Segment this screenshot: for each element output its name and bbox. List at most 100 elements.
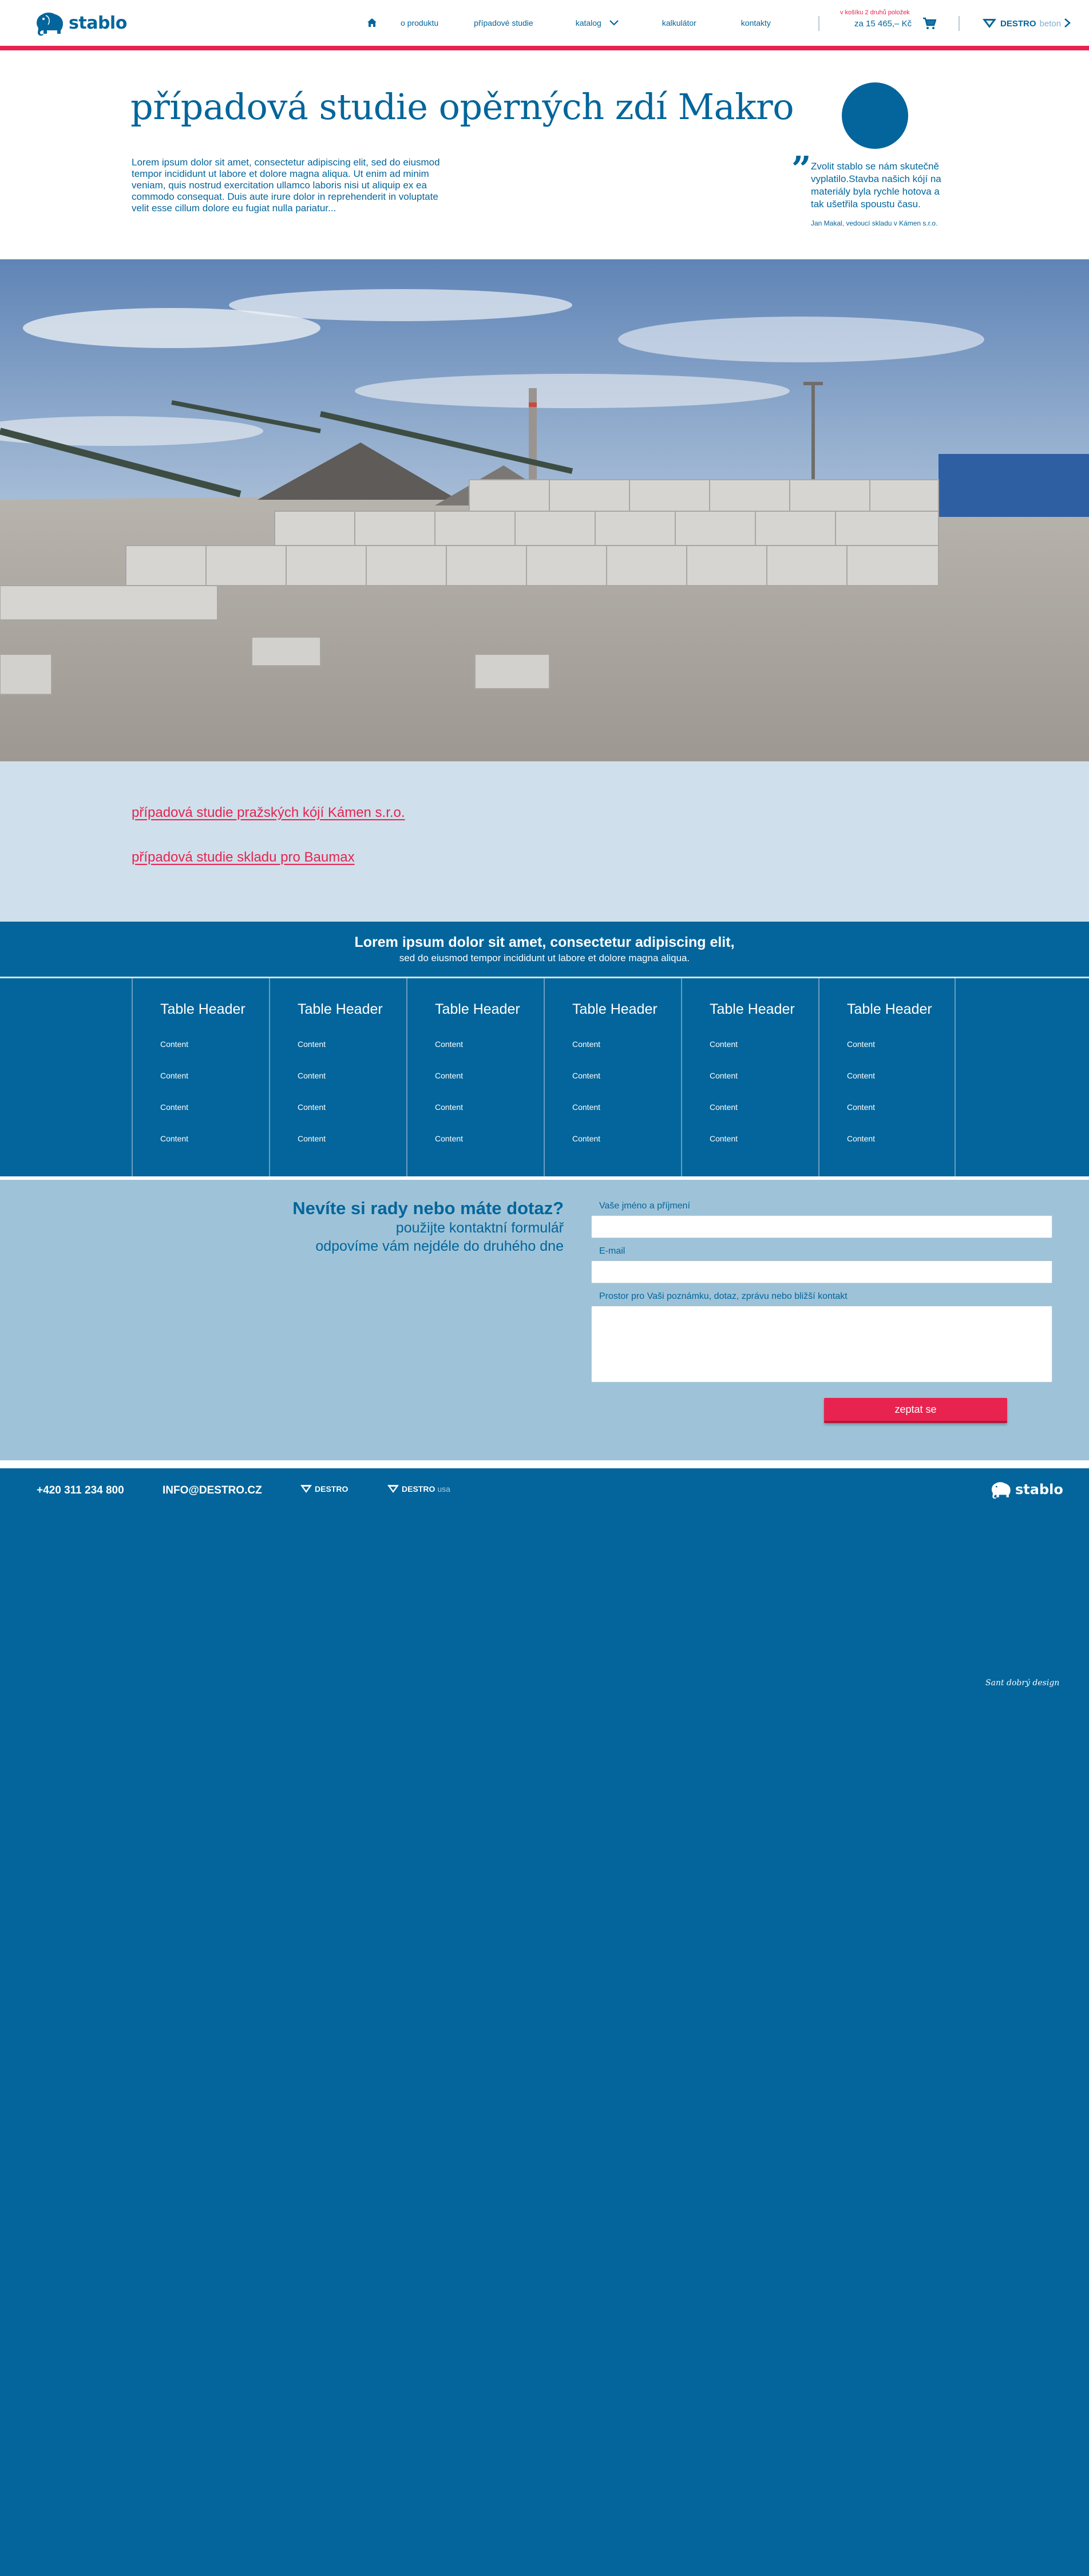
table-column: Table Header Content Content Content Con… <box>406 978 544 1176</box>
destro-brand: DESTRO <box>402 1484 435 1494</box>
stablo-logo[interactable]: stablo <box>34 9 127 37</box>
elephant-icon <box>37 13 63 36</box>
elephant-icon <box>991 1482 1011 1499</box>
table-cell: Content <box>572 1103 601 1112</box>
divider <box>959 16 960 31</box>
table-cell: Content <box>160 1134 189 1143</box>
table-cell: Content <box>847 1103 876 1112</box>
table-cell: Content <box>572 1040 601 1049</box>
destro-brand: DESTRO <box>1000 18 1036 29</box>
info-banner: Lorem ipsum dolor sit amet, consectetur … <box>0 922 1089 977</box>
table-cell: Content <box>710 1134 738 1143</box>
email-label: E-mail <box>599 1246 625 1256</box>
destro-beton-link[interactable]: DESTRO beton <box>982 18 1061 29</box>
header-accent-bar <box>0 46 1089 50</box>
destro-suffix: beton <box>1039 18 1062 29</box>
table-cell: Content <box>847 1134 876 1143</box>
table-header: Table Header <box>435 1001 520 1017</box>
hero-photo <box>0 259 1089 761</box>
destro-suffix: usa <box>437 1484 450 1494</box>
table-cell: Content <box>572 1071 601 1080</box>
table-cell: Content <box>572 1134 601 1143</box>
divider <box>0 1460 1089 1468</box>
contact-subtitle: použijte kontaktní formulář <box>395 1220 564 1236</box>
table-cell: Content <box>160 1071 189 1080</box>
table-cell: Content <box>298 1071 326 1080</box>
quote-mark-icon: ” <box>791 149 811 189</box>
nav-katalog[interactable]: katalog <box>576 18 619 27</box>
contact-section: Nevíte si rady nebo máte dotaz? použijte… <box>0 1180 1089 1460</box>
chevron-down-icon <box>609 20 619 26</box>
hero-section: případová studie opěrných zdí Makro Lore… <box>0 50 1089 259</box>
contact-title: Nevíte si rady nebo máte dotaz? <box>292 1198 564 1218</box>
page-title: případová studie opěrných zdí Makro <box>130 86 794 128</box>
table-cell: Content <box>435 1071 464 1080</box>
nav-o-produktu[interactable]: o produktu <box>401 18 438 27</box>
footer-destro-link[interactable]: DESTRO <box>300 1484 350 1494</box>
table-cell: Content <box>710 1040 738 1049</box>
footer-phone[interactable]: +420 311 234 800 <box>37 1484 124 1497</box>
table-header: Table Header <box>572 1001 658 1017</box>
banner-subtitle: sed do eiusmod tempor incididunt ut labo… <box>399 953 690 963</box>
intro-text: Lorem ipsum dolor sit amet, consectetur … <box>132 157 440 214</box>
logo-text: stablo <box>69 13 127 33</box>
footer-email[interactable]: INFO@DESTRO.CZ <box>163 1484 262 1497</box>
cart-icon[interactable] <box>922 17 936 30</box>
table-cell: Content <box>298 1134 326 1143</box>
footer-stablo-logo[interactable]: stablo <box>990 1480 1063 1499</box>
nav-kontakty[interactable]: kontakty <box>741 18 771 27</box>
footer-logo-text: stablo <box>1015 1481 1063 1498</box>
testimonial-author: Jan Makal, vedoucí skladu v Kámen s.r.o. <box>811 219 938 227</box>
table-cell: Content <box>298 1103 326 1112</box>
case-link-kamen[interactable]: případová studie pražských kójí Kámen s.… <box>132 805 405 821</box>
destro-logo-icon <box>983 19 996 28</box>
submit-button[interactable]: zeptat se <box>824 1398 1007 1423</box>
email-field[interactable] <box>591 1261 1052 1283</box>
table-column: Table Header Content Content Content Con… <box>132 978 269 1176</box>
nav-pripadove-studie[interactable]: případové studie <box>474 18 533 27</box>
site-header: stablo o produktu případové studie katal… <box>0 0 1089 46</box>
table-cell: Content <box>435 1103 464 1112</box>
nav-katalog-label: katalog <box>575 18 601 27</box>
table-header: Table Header <box>710 1001 795 1017</box>
main-nav: o produktu případové studie katalog kalk… <box>366 17 771 29</box>
table-cell: Content <box>847 1040 876 1049</box>
table-cell: Content <box>435 1134 464 1143</box>
table-header: Table Header <box>847 1001 932 1017</box>
case-link-baumax[interactable]: případová studie skladu pro Baumax <box>132 850 355 866</box>
table-cell: Content <box>160 1040 189 1049</box>
footer-destro-usa-link[interactable]: DESTRO usa <box>387 1484 450 1494</box>
table-cell: Content <box>435 1040 464 1049</box>
nav-kalkulator[interactable]: kalkulátor <box>662 18 696 27</box>
destro-brand: DESTRO <box>315 1484 349 1494</box>
table-column: Table Header Content Content Content Con… <box>681 978 818 1176</box>
divider <box>818 16 819 31</box>
banner-title: Lorem ipsum dolor sit amet, consectetur … <box>354 934 735 950</box>
testimonial-text: Zvolit stablo se nám skutečně vyplatilo.… <box>811 161 941 210</box>
table-header: Table Header <box>160 1001 245 1017</box>
cart-promo: v košíku 2 druhů položek <box>840 9 910 16</box>
table-header: Table Header <box>298 1001 383 1017</box>
data-table: Table Header Content Content Content Con… <box>0 978 1089 1176</box>
design-credit[interactable]: Sant dobrý design <box>985 1678 1059 1688</box>
name-field[interactable] <box>591 1215 1052 1238</box>
destro-logo-icon <box>387 1485 399 1493</box>
table-cell: Content <box>710 1071 738 1080</box>
table-column: Table Header Content Content Content Con… <box>818 978 956 1176</box>
avatar <box>842 82 908 149</box>
home-icon[interactable] <box>366 17 378 29</box>
table-cell: Content <box>710 1103 738 1112</box>
table-cell: Content <box>298 1040 326 1049</box>
contact-subtitle: odpovíme vám nejdéle do druhého dne <box>315 1238 564 1254</box>
case-studies-links: případová studie pražských kójí Kámen s.… <box>0 761 1089 922</box>
table-cell: Content <box>847 1071 876 1080</box>
table-column: Table Header Content Content Content Con… <box>544 978 681 1176</box>
message-field[interactable] <box>591 1306 1052 1382</box>
message-label: Prostor pro Vaši poznámku, dotaz, zprávu… <box>599 1291 848 1301</box>
cart-price[interactable]: za 15 465,– Kč <box>854 19 912 29</box>
name-label: Vaše jméno a příjmení <box>599 1201 690 1211</box>
chevron-right-icon[interactable] <box>1063 17 1071 29</box>
table-column: Table Header Content Content Content Con… <box>269 978 406 1176</box>
destro-logo-icon <box>300 1485 312 1493</box>
site-footer: +420 311 234 800 INFO@DESTRO.CZ DESTRO D… <box>0 1468 1089 2576</box>
